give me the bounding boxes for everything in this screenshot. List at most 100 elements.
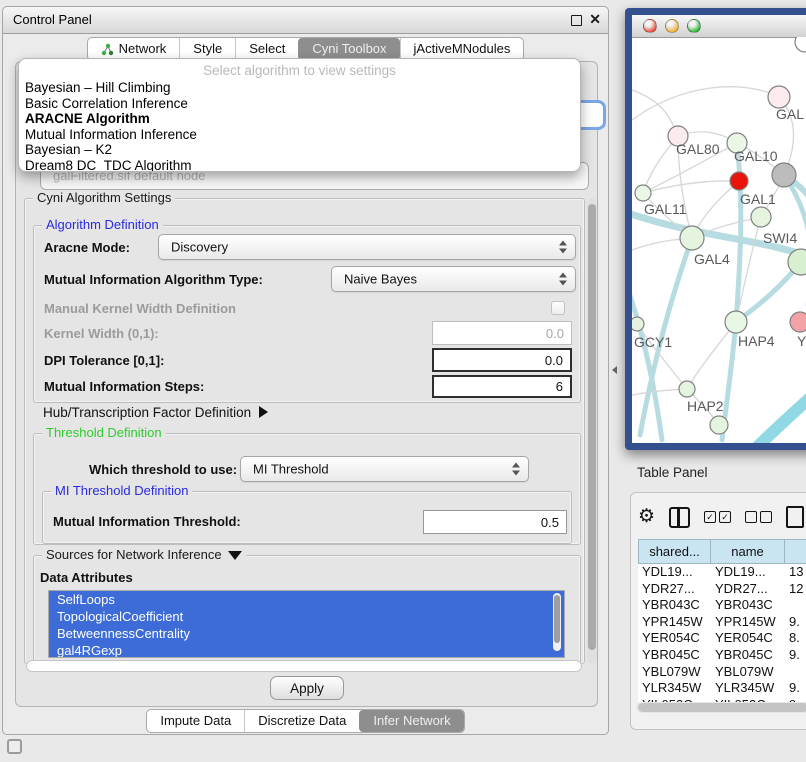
close-window-icon[interactable]: ✕ — [589, 11, 601, 28]
hub-tf-definition-expander[interactable]: Hub/Transcription Factor Definition — [43, 405, 268, 420]
dpi-tolerance-field[interactable]: 0.0 — [432, 348, 572, 372]
column-header-hidden[interactable] — [785, 539, 806, 564]
table-row[interactable]: YDR27...YDR27...12 — [638, 581, 806, 598]
mi-steps-field[interactable]: 6 — [432, 375, 572, 398]
select-all-icon[interactable]: ✓ ✓ — [704, 511, 731, 523]
dropdown-item-dream8-dc-tdc-algorithm[interactable]: Dream8 DC_TDC Algorithm — [19, 158, 580, 172]
attribute-item-topologicalcoefficient[interactable]: TopologicalCoefficient — [49, 608, 564, 625]
bottom-tab-group: Impute Data Discretize Data Infer Network — [146, 709, 464, 733]
network-node[interactable] — [679, 381, 695, 397]
network-node[interactable] — [751, 207, 771, 227]
dropdown-item-aracne-algorithm[interactable]: ARACNE Algorithm — [19, 111, 580, 127]
close-light[interactable] — [643, 19, 657, 33]
column-header-shared[interactable]: shared... — [638, 539, 711, 564]
tab-label: Select — [249, 38, 285, 60]
algorithm-definition-title: Algorithm Definition — [42, 217, 163, 232]
network-node[interactable] — [768, 86, 790, 108]
network-node[interactable] — [790, 312, 806, 332]
settings-scrollbar[interactable] — [587, 198, 597, 664]
split-columns-icon[interactable] — [669, 507, 690, 528]
table-panel-title: Table Panel — [637, 465, 708, 480]
table-panel: ⚙ ✓ ✓ shared...name YDL19...YDL19...13YD… — [630, 492, 806, 730]
network-edge[interactable] — [632, 290, 662, 440]
dropdown-item-bayesian-hill-climbing[interactable]: Bayesian – Hill Climbing — [19, 80, 580, 96]
table-row[interactable]: YPR145WYPR145W9. — [638, 614, 806, 631]
network-node[interactable] — [635, 185, 651, 201]
tab-select[interactable]: Select — [235, 38, 298, 60]
node-label-hap2: HAP2 — [687, 398, 724, 414]
dropdown-item-basic-correlation-inference[interactable]: Basic Correlation Inference — [19, 96, 580, 112]
attribute-item-betweennesscentrality[interactable]: BetweennessCentrality — [49, 625, 564, 642]
table-cell: YPR145W — [638, 614, 711, 631]
table-toolbar: ⚙ ✓ ✓ — [638, 501, 806, 533]
network-edge[interactable] — [632, 87, 779, 120]
minimize-light[interactable] — [665, 19, 679, 33]
table-row[interactable]: YBR043CYBR043C — [638, 597, 806, 614]
algorithm-definition-group: Algorithm Definition Aracne Mode: Discov… — [33, 225, 581, 403]
data-attributes-label: Data Attributes — [40, 570, 133, 585]
deselect-all-icon[interactable] — [745, 511, 772, 523]
aracne-mode-combo[interactable]: Discovery — [158, 234, 576, 260]
mi-algorithm-type-combo[interactable]: Naive Bayes — [331, 266, 576, 292]
tab-cyni-toolbox[interactable]: Cyni Toolbox — [298, 38, 399, 60]
table-row[interactable]: YBL079WYBL079W — [638, 664, 806, 681]
tab-style[interactable]: Style — [179, 38, 235, 60]
tab-label: Discretize Data — [258, 710, 346, 732]
table-row[interactable]: YER054CYER054C8. — [638, 630, 806, 647]
table-cell: YBR045C — [638, 647, 711, 664]
manual-kernel-label: Manual Kernel Width Definition — [44, 301, 236, 316]
network-edge[interactable] — [752, 396, 806, 443]
network-edge[interactable] — [643, 181, 739, 193]
collapsed-panel-icon[interactable] — [7, 739, 22, 754]
node-label-gal1: GAL1 — [740, 191, 776, 207]
kernel-width-field[interactable]: 0.0 — [432, 321, 572, 345]
sources-title[interactable]: Sources for Network Inference — [42, 547, 246, 562]
mi-threshold-field[interactable]: 0.5 — [423, 510, 567, 534]
node-label-swi4: SWI4 — [763, 230, 797, 246]
network-node[interactable] — [772, 163, 796, 187]
table-cell: YDL19... — [638, 564, 711, 581]
table-cell: YBL079W — [638, 664, 711, 681]
column-header-name[interactable]: name — [711, 539, 785, 564]
attributes-scrollbar[interactable] — [553, 593, 561, 651]
network-node[interactable] — [680, 226, 704, 250]
network-node[interactable] — [795, 37, 806, 52]
tab-impute-data[interactable]: Impute Data — [147, 710, 244, 732]
tab-discretize-data[interactable]: Discretize Data — [244, 710, 359, 732]
attribute-item-gal4rgexp[interactable]: gal4RGexp — [49, 642, 564, 658]
panel-divider-arrow-icon[interactable] — [612, 366, 617, 374]
zoom-light[interactable] — [687, 19, 701, 33]
network-canvas[interactable]: GALGAL80GAL10GAL11GAL1SWI4GAL4GCY1HAP4YH… — [632, 37, 806, 443]
control-panel-title: Control Panel — [13, 12, 92, 27]
network-window-titlebar[interactable] — [632, 15, 806, 38]
tab-network[interactable]: Network — [88, 38, 180, 60]
tab-jactivemnodules[interactable]: jActiveMNodules — [400, 38, 524, 60]
table-horizontal-scrollbar[interactable] — [636, 702, 806, 713]
dropdown-item-bayesian-k2[interactable]: Bayesian – K2 — [19, 142, 580, 158]
cyni-bottom-tabs: Impute Data Discretize Data Infer Network — [3, 709, 608, 733]
network-node[interactable] — [725, 311, 747, 333]
table-row[interactable]: YLR345WYLR345W9. — [638, 680, 806, 697]
checked-box-icon: ✓ — [704, 511, 716, 523]
gear-icon[interactable]: ⚙ — [638, 507, 655, 527]
mi-type-value: Naive Bayes — [344, 272, 417, 287]
table-row[interactable]: YDL19...YDL19...13 — [638, 564, 806, 581]
dropdown-item-mutual-information-inference[interactable]: Mutual Information Inference — [19, 127, 580, 143]
table-row[interactable]: YBR045CYBR045C9. — [638, 647, 806, 664]
network-node[interactable] — [730, 172, 748, 190]
data-attributes-list[interactable]: SelfLoopsTopologicalCoefficientBetweenne… — [48, 590, 565, 658]
export-table-icon[interactable] — [786, 506, 804, 528]
table-cell: YLR345W — [711, 680, 785, 697]
network-view-window[interactable]: GALGAL80GAL10GAL11GAL1SWI4GAL4GCY1HAP4YH… — [625, 8, 806, 450]
algorithm-dropdown-popup: Select algorithm to view settings Bayesi… — [18, 58, 581, 172]
network-node[interactable] — [710, 416, 728, 434]
manual-kernel-checkbox[interactable] — [551, 301, 565, 315]
stepper-arrows-icon — [512, 463, 521, 476]
attribute-item-selfloops[interactable]: SelfLoops — [49, 591, 564, 608]
float-window-icon[interactable] — [571, 15, 582, 26]
settings-horizontal-scrollbar[interactable] — [26, 660, 582, 672]
network-node[interactable] — [632, 317, 644, 331]
tab-infer-network[interactable]: Infer Network — [359, 710, 463, 732]
apply-button[interactable]: Apply — [270, 676, 344, 700]
which-threshold-combo[interactable]: MI Threshold — [240, 456, 529, 482]
